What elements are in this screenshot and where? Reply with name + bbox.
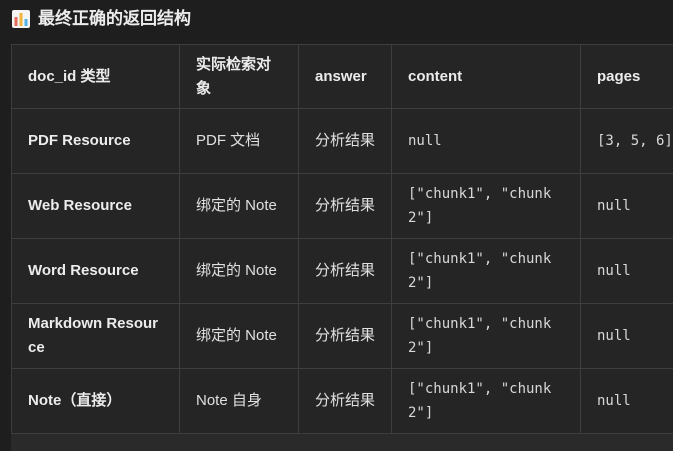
cell-answer: 分析结果 — [298, 238, 392, 304]
column-header-answer: answer — [298, 44, 392, 109]
section-title: 最终正确的返回结构 — [38, 9, 191, 28]
cell-content: ["chunk1", "chunk2"] — [391, 303, 581, 369]
cell-retrieval-target: 绑定的 Note — [179, 238, 299, 304]
cell-content: ["chunk1", "chunk2"] — [391, 173, 581, 239]
cell-retrieval-target: 绑定的 Note — [179, 303, 299, 369]
table-row: Markdown Resource 绑定的 Note 分析结果 ["chunk1… — [11, 303, 673, 369]
cell-doc-id-type: Word Resource — [11, 238, 180, 304]
table-row: PDF Resource PDF 文档 分析结果 null [3, 5, 6] — [11, 108, 673, 174]
cell-retrieval-target: Note 自身 — [179, 368, 299, 434]
cell-pages: null — [580, 368, 673, 434]
column-header-pages: pages — [580, 44, 673, 109]
cell-answer: 分析结果 — [298, 108, 392, 174]
cell-pages: null — [580, 173, 673, 239]
cell-retrieval-target: PDF 文档 — [179, 108, 299, 174]
table-row: Note（直接） Note 自身 分析结果 ["chunk1", "chunk2… — [11, 368, 673, 434]
column-header-retrieval-target: 实际检索对象 — [179, 44, 299, 109]
horizontal-scrollbar[interactable] — [11, 434, 673, 451]
cell-pages: [3, 5, 6] — [580, 108, 673, 174]
section-heading: 最终正确的返回结构 — [12, 8, 191, 30]
cell-pages: null — [580, 303, 673, 369]
return-structure-table: doc_id 类型 实际检索对象 answer content pages PD… — [11, 44, 673, 434]
table-header-row: doc_id 类型 实际检索对象 answer content pages — [11, 44, 673, 109]
cell-doc-id-type: PDF Resource — [11, 108, 180, 174]
cell-content: null — [391, 108, 581, 174]
cell-content: ["chunk1", "chunk2"] — [391, 368, 581, 434]
cell-answer: 分析结果 — [298, 368, 392, 434]
column-header-content: content — [391, 44, 581, 109]
cell-retrieval-target: 绑定的 Note — [179, 173, 299, 239]
table-row: Word Resource 绑定的 Note 分析结果 ["chunk1", "… — [11, 238, 673, 304]
result-table-container: doc_id 类型 实际检索对象 answer content pages PD… — [11, 44, 673, 434]
cell-content: ["chunk1", "chunk2"] — [391, 238, 581, 304]
table-row: Web Resource 绑定的 Note 分析结果 ["chunk1", "c… — [11, 173, 673, 239]
cell-pages: null — [580, 238, 673, 304]
cell-doc-id-type: Markdown Resource — [11, 303, 180, 369]
cell-doc-id-type: Web Resource — [11, 173, 180, 239]
column-header-doc-id-type: doc_id 类型 — [11, 44, 180, 109]
cell-doc-id-type: Note（直接） — [11, 368, 180, 434]
cell-answer: 分析结果 — [298, 173, 392, 239]
cell-answer: 分析结果 — [298, 303, 392, 369]
bar-chart-icon — [12, 10, 30, 28]
